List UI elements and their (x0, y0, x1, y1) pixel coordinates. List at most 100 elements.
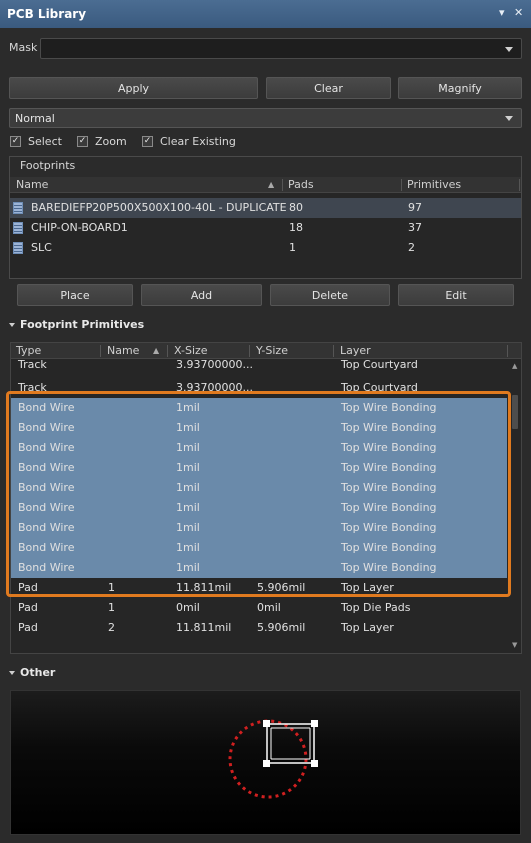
primitive-layer: Top Layer (341, 581, 394, 594)
collapse-icon[interactable] (9, 671, 15, 675)
primitives-title: Footprint Primitives (20, 318, 145, 331)
footprint-name: CHIP-ON-BOARD1 (31, 221, 128, 234)
table-row[interactable]: Bond Wire 1mil Top Wire Bonding (11, 398, 507, 418)
primitive-type: Bond Wire (18, 421, 75, 434)
primitive-ysize: 0mil (257, 601, 281, 614)
primitive-xsize: 3.93700000... (176, 358, 253, 371)
footprint-icon (13, 242, 23, 254)
table-row[interactable]: Bond Wire 1mil Top Wire Bonding (11, 498, 507, 518)
mode-value: Normal (15, 112, 55, 125)
close-icon[interactable]: ✕ (514, 6, 523, 19)
scroll-down-icon[interactable]: ▼ (512, 641, 517, 649)
footprint-pads: 1 (289, 241, 296, 254)
primitive-type: Bond Wire (18, 401, 75, 414)
table-row[interactable]: Bond Wire 1mil Top Wire Bonding (11, 558, 507, 578)
chevron-down-icon[interactable] (505, 116, 513, 121)
primitive-xsize: 1mil (176, 541, 200, 554)
zoom-checkbox[interactable]: ✓ (77, 136, 88, 147)
table-row[interactable]: Bond Wire 1mil Top Wire Bonding (11, 418, 507, 438)
table-row[interactable]: Pad 1 0mil 0mil Top Die Pads (11, 598, 507, 618)
clear-button[interactable]: Clear (266, 77, 391, 99)
table-row[interactable]: Bond Wire 1mil Top Wire Bonding (11, 518, 507, 538)
column-pads[interactable]: Pads (288, 178, 314, 191)
primitive-layer: Top Wire Bonding (341, 461, 437, 474)
footprint-name: SLC (31, 241, 52, 254)
primitives-section-header[interactable]: Footprint Primitives (9, 318, 144, 331)
zoom-label: Zoom (95, 135, 127, 148)
other-section-header[interactable]: Other (9, 666, 55, 679)
sort-ascending-icon[interactable]: ▲ (153, 346, 159, 355)
primitive-type: Track (18, 381, 47, 394)
primitive-layer: Top Wire Bonding (341, 421, 437, 434)
edit-button[interactable]: Edit (398, 284, 514, 306)
table-row[interactable]: Track 3.93700000... Top Courtyard (11, 378, 507, 398)
footprints-table[interactable]: Name ▲ Pads Primitives BAREDIEFP20P500X5… (10, 177, 521, 278)
footprint-primitives: 2 (408, 241, 415, 254)
table-row[interactable]: Pad 2 11.811mil 5.906mil Top Layer (11, 618, 507, 638)
table-row[interactable]: BAREDIEFP20P500X500X100-40L - DUPLICATE … (10, 198, 521, 218)
panel-menu-icon[interactable]: ▾ (499, 6, 505, 19)
mask-input[interactable] (40, 38, 522, 59)
table-row[interactable]: Bond Wire 1mil Top Wire Bonding (11, 478, 507, 498)
footprints-table-header: Name ▲ Pads Primitives (10, 177, 521, 193)
primitive-type: Bond Wire (18, 561, 75, 574)
primitive-type: Pad (18, 621, 38, 634)
footprint-preview-graphic (228, 719, 318, 799)
primitives-scrollbar[interactable]: ▲ ▼ (509, 359, 521, 653)
delete-button[interactable]: Delete (270, 284, 390, 306)
primitive-type: Bond Wire (18, 441, 75, 454)
table-row[interactable]: Track 3.93700000... Top Courtyard (11, 355, 507, 375)
table-row[interactable]: Bond Wire 1mil Top Wire Bonding (11, 438, 507, 458)
collapse-icon[interactable] (9, 323, 15, 327)
add-button[interactable]: Add (141, 284, 262, 306)
primitive-type: Pad (18, 601, 38, 614)
primitive-layer: Top Wire Bonding (341, 521, 437, 534)
scrollbar-thumb[interactable] (512, 395, 518, 429)
primitive-layer: Top Die Pads (341, 601, 411, 614)
primitive-type: Bond Wire (18, 541, 75, 554)
scroll-up-icon[interactable]: ▲ (512, 362, 517, 370)
primitive-name: 1 (108, 581, 115, 594)
primitive-layer: Top Wire Bonding (341, 481, 437, 494)
select-checkbox[interactable]: ✓ (10, 136, 21, 147)
magnify-button[interactable]: Magnify (398, 77, 522, 99)
primitive-xsize: 1mil (176, 421, 200, 434)
primitive-xsize: 1mil (176, 561, 200, 574)
apply-button[interactable]: Apply (9, 77, 258, 99)
clear-existing-checkbox[interactable]: ✓ (142, 136, 153, 147)
primitive-layer: Top Wire Bonding (341, 501, 437, 514)
primitive-xsize: 1mil (176, 461, 200, 474)
primitive-layer: Top Courtyard (341, 381, 418, 394)
primitive-xsize: 3.93700000... (176, 381, 253, 394)
sort-ascending-icon[interactable]: ▲ (268, 180, 274, 189)
footprint-name: BAREDIEFP20P500X500X100-40L - DUPLICATE (31, 201, 287, 214)
primitive-type: Bond Wire (18, 501, 75, 514)
primitive-layer: Top Wire Bonding (341, 541, 437, 554)
mode-select[interactable]: Normal (9, 108, 522, 128)
footprint-pads: 80 (289, 201, 303, 214)
chevron-down-icon[interactable] (505, 46, 513, 52)
primitive-name: 1 (108, 601, 115, 614)
table-row[interactable]: Bond Wire 1mil Top Wire Bonding (11, 538, 507, 558)
footprint-preview[interactable] (10, 690, 521, 835)
table-row[interactable]: SLC 1 2 (10, 238, 521, 258)
primitives-table[interactable]: Type Name ▲ X-Size Y-Size Layer Track 3.9… (10, 342, 522, 654)
table-row[interactable]: CHIP-ON-BOARD1 18 37 (10, 218, 521, 238)
panel-title-bar: PCB Library ▾ ✕ (0, 0, 531, 29)
place-button[interactable]: Place (17, 284, 133, 306)
primitive-layer: Top Wire Bonding (341, 441, 437, 454)
footprint-icon (13, 222, 23, 234)
column-primitives[interactable]: Primitives (407, 178, 461, 191)
table-row[interactable]: Bond Wire 1mil Top Wire Bonding (11, 458, 507, 478)
primitive-xsize: 11.811mil (176, 621, 232, 634)
primitive-layer: Top Wire Bonding (341, 561, 437, 574)
other-title: Other (20, 666, 56, 679)
footprint-pads: 18 (289, 221, 303, 234)
clear-existing-label: Clear Existing (160, 135, 236, 148)
footprint-primitives: 97 (408, 201, 422, 214)
footprint-primitives: 37 (408, 221, 422, 234)
primitive-layer: Top Layer (341, 621, 394, 634)
column-name[interactable]: Name (16, 178, 48, 191)
table-row[interactable]: Pad 1 11.811mil 5.906mil Top Layer (11, 578, 507, 598)
primitive-xsize: 11.811mil (176, 581, 232, 594)
